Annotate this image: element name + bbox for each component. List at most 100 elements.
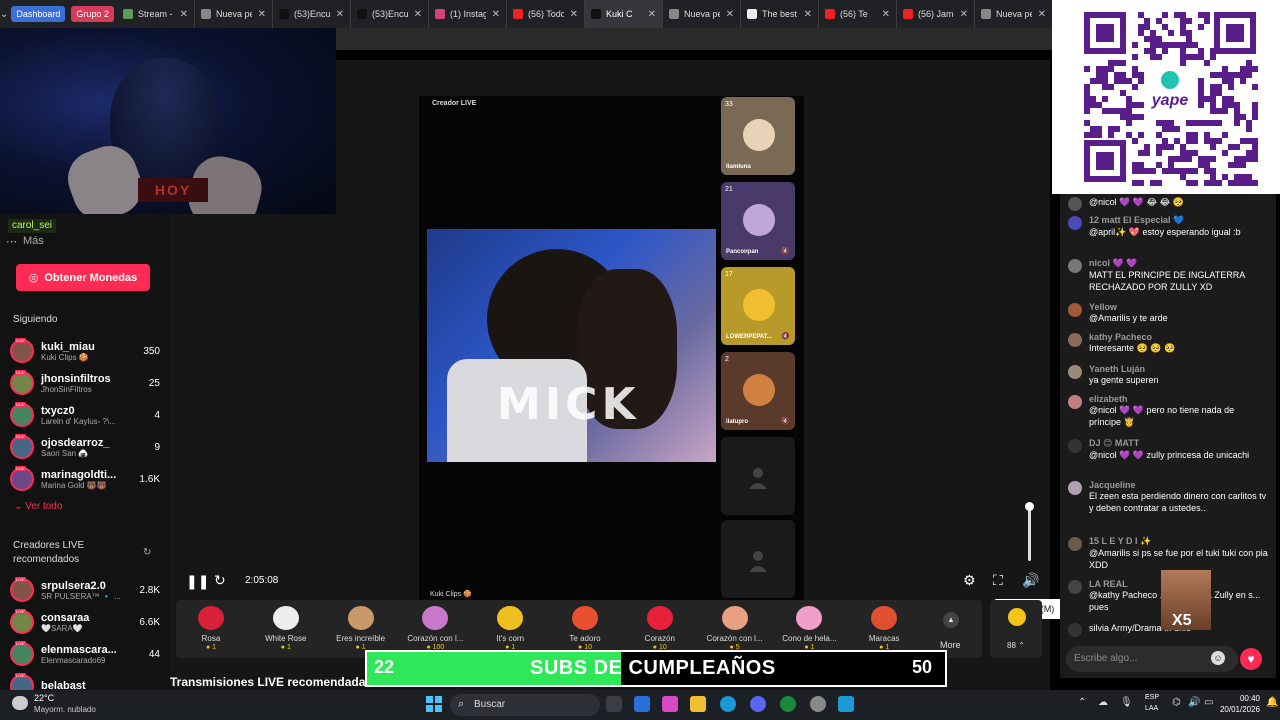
empty-guest-slot[interactable] <box>721 437 795 515</box>
more-row[interactable]: ⋯ Más <box>6 234 44 248</box>
guest-tile[interactable]: 2 ilatupro 🔇 <box>721 352 795 430</box>
tab-close-icon[interactable]: ✕ <box>180 9 188 20</box>
tab-close-icon[interactable]: ✕ <box>960 9 968 20</box>
file-explorer-icon[interactable] <box>690 696 706 712</box>
browser-tab[interactable]: (1) Instagra ✕ <box>429 0 507 28</box>
volume-slider[interactable] <box>1028 503 1031 561</box>
notification-bell-icon[interactable]: 🔔 <box>1266 697 1278 708</box>
tray-mic-icon[interactable]: 🎙 <box>1120 697 1133 708</box>
subs-current: 22 <box>374 657 395 677</box>
clock-time[interactable]: 00:40 <box>1220 694 1260 703</box>
gift-item[interactable]: Corazón con l... ● 100 <box>400 604 470 651</box>
guest-avatar <box>743 374 775 406</box>
tab-close-icon[interactable]: ✕ <box>804 9 812 20</box>
tray-chevron-icon[interactable]: ⌃ <box>1078 697 1086 708</box>
browser-tab[interactable]: The best C ✕ <box>741 0 819 28</box>
browser-tab[interactable]: (53)Encuen ✕ <box>351 0 429 28</box>
tray-cloud-icon[interactable]: ☁ <box>1098 697 1108 708</box>
person-placeholder-icon <box>748 467 768 489</box>
tab-close-icon[interactable]: ✕ <box>570 9 578 20</box>
tab-close-icon[interactable]: ✕ <box>648 9 656 20</box>
browser-tab[interactable]: Nueva pest ✕ <box>663 0 741 28</box>
empty-guest-slot[interactable] <box>721 520 795 598</box>
tab-group-2[interactable]: Grupo 2 <box>71 6 114 22</box>
reload-icon[interactable]: ↻ <box>214 572 226 589</box>
windows-start-icon[interactable] <box>426 696 442 712</box>
input-layout[interactable]: LAA <box>1145 705 1158 712</box>
guest-tile[interactable]: 17 LOWERPEPAT... 🔇 <box>721 267 795 345</box>
browser-tab[interactable]: (56) Todo T ✕ <box>507 0 585 28</box>
app-icon[interactable] <box>838 696 854 712</box>
host-video[interactable]: MICK <box>427 229 716 462</box>
sidebar-channel-row[interactable]: LIVE ojosdearroz_ Saori San 🍙 9 <box>10 432 160 462</box>
get-coins-button[interactable]: ◎ Obtener Monedas <box>16 264 150 291</box>
volume-slider-knob[interactable] <box>1025 502 1034 511</box>
browser-tab[interactable]: Nueva pest ✕ <box>195 0 273 28</box>
heart-icon[interactable]: ♥ <box>1240 648 1262 670</box>
tab-close-icon[interactable]: ✕ <box>414 9 422 20</box>
tab-strip: Stream - K✕Nueva pest✕(53)Encuen✕(53)Enc… <box>117 0 1052 28</box>
guest-tile[interactable]: 33 itamluna <box>721 97 795 175</box>
tab-close-icon[interactable]: ✕ <box>1038 9 1046 20</box>
browser-tab[interactable]: Stream - K ✕ <box>117 0 195 28</box>
sidebar-channel-row[interactable]: LIVE txycz0 Lareln d' Kaylus- ?\... 4 <box>10 400 160 430</box>
gift-item[interactable]: Corazón ● 10 <box>625 604 695 651</box>
volume-icon[interactable]: 🔊 <box>1022 572 1039 589</box>
gift-item[interactable]: Maracas ● 1 <box>849 604 919 651</box>
see-all-link[interactable]: ⌄ Ver todo <box>14 501 62 512</box>
tray-network-icon[interactable]: ⌬ <box>1172 697 1181 708</box>
gift-item[interactable]: White Rose ● 1 <box>251 604 321 651</box>
tray-volume-icon[interactable]: 🔊 <box>1188 697 1200 708</box>
tab-title: Nueva pest <box>995 9 1032 19</box>
browser-tab[interactable]: (56) Te ✕ <box>819 0 897 28</box>
gift-item[interactable]: Corazón con l... ● 5 <box>700 604 770 651</box>
taskbar-search-label: Buscar <box>474 699 506 710</box>
weather-desc[interactable]: Mayorm. nublado <box>34 705 96 714</box>
fullscreen-icon[interactable]: ⛶ <box>993 572 1003 589</box>
weather-temp[interactable]: 22°C <box>34 693 54 703</box>
tab-close-icon[interactable]: ✕ <box>258 9 266 20</box>
gift-item[interactable]: It's corn ● 1 <box>475 604 545 651</box>
sidebar-channel-row[interactable]: LIVE marinagoldti... Marina Gold 🐻🐻 1.6K <box>10 464 160 494</box>
store-icon[interactable] <box>634 696 650 712</box>
host-name-label: Kuki Clips 🍪 <box>430 591 472 598</box>
pause-icon[interactable]: ❚❚ <box>186 573 209 590</box>
xbox-icon[interactable] <box>780 696 796 712</box>
clock-date[interactable]: 20/01/2026 <box>1200 705 1260 714</box>
edge-icon[interactable] <box>720 696 736 712</box>
sidebar-channel-row[interactable]: LIVE jhonsinfiltros JhonSinFiltros 25 <box>10 368 160 398</box>
sidebar-channel-row[interactable]: LIVE srpulsera2.0 SR PULSERA™ 🔹 ... 2.8K <box>10 575 160 605</box>
gift-item[interactable]: Cono de hela... ● 1 <box>774 604 844 651</box>
taskbar-search[interactable] <box>450 694 600 716</box>
guest-tile[interactable]: 21 Panconpan 🔇 <box>721 182 795 260</box>
discord-icon[interactable] <box>750 696 766 712</box>
gift-name: Te adoro <box>569 634 601 643</box>
tab-search-chevron-icon[interactable]: ⌄ <box>0 0 8 28</box>
gift-item[interactable]: Rosa ● 1 <box>176 604 246 651</box>
refresh-icon[interactable]: ↻ <box>143 547 151 558</box>
tab-close-icon[interactable]: ✕ <box>492 9 500 20</box>
gift-item[interactable]: Te adoro ● 10 <box>550 604 620 651</box>
gift-name: Eres increíble <box>336 634 386 643</box>
sidebar-channel-row[interactable]: LIVE elenmascara... Elenmascarado69 44 <box>10 639 160 669</box>
weather-cloud-icon[interactable] <box>12 696 28 710</box>
tab-close-icon[interactable]: ✕ <box>336 9 344 20</box>
sidebar-channel-row[interactable]: LIVE consaraa 🤍SARA🤍 6.6K <box>10 607 160 637</box>
emoji-icon[interactable]: ☺ <box>1211 651 1225 665</box>
gift-item[interactable]: Eres increíble ● 1 <box>326 604 396 651</box>
task-view-icon[interactable] <box>606 696 622 712</box>
gift-scroll-up-icon[interactable]: ▲ <box>943 612 959 628</box>
gift-more-button[interactable]: More <box>940 640 961 650</box>
sidebar-channel-row[interactable]: LIVE kuki_miau Kuki Clips 🍪 350 <box>10 336 160 366</box>
tab-close-icon[interactable]: ✕ <box>726 9 734 20</box>
browser-tab[interactable]: Nueva pest ✕ <box>975 0 1052 28</box>
obs-icon[interactable] <box>810 696 826 712</box>
settings-gear-icon[interactable]: ⚙ <box>963 572 976 589</box>
browser-tab[interactable]: (53)Encuen ✕ <box>273 0 351 28</box>
browser-tab[interactable]: Kuki C ✕ <box>584 0 663 28</box>
tab-close-icon[interactable]: ✕ <box>882 9 890 20</box>
copilot-icon[interactable] <box>662 696 678 712</box>
input-language[interactable]: ESP <box>1145 694 1159 701</box>
browser-tab[interactable]: (56) James ✕ <box>897 0 975 28</box>
tab-group-dashboard[interactable]: Dashboard <box>11 6 66 22</box>
